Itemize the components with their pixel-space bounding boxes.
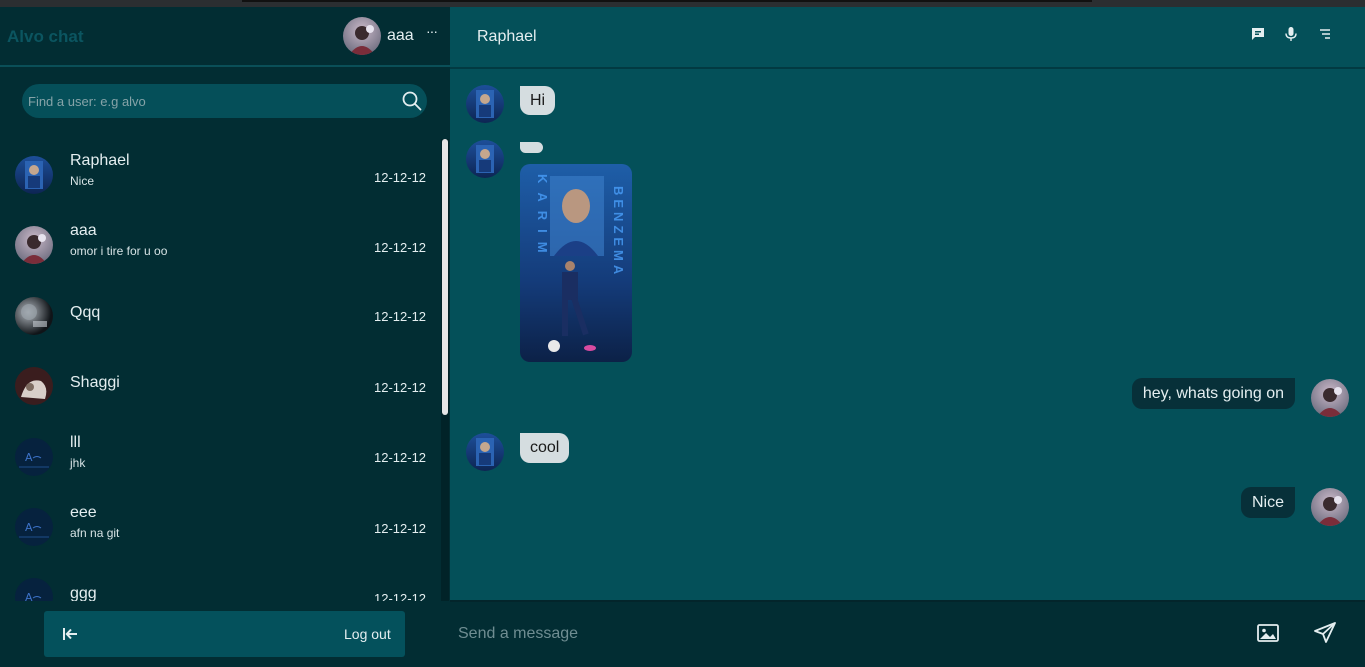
message-date: 12-12-12	[374, 380, 427, 395]
outgoing-message: Nice	[1240, 487, 1295, 518]
logout-arrow-icon	[63, 628, 77, 640]
contact-name: Qqq	[70, 304, 101, 321]
empty-incoming-message	[520, 142, 543, 153]
conversation-item[interactable]: Raphael Nice 12-12-12	[0, 139, 437, 209]
message-date: 12-12-12	[374, 170, 427, 185]
contact-avatar	[15, 297, 53, 335]
current-user-avatar[interactable]	[343, 17, 381, 55]
search-input[interactable]	[28, 84, 398, 118]
conversation-list: Raphael Nice 12-12-12 aaa omor i tire fo…	[0, 139, 450, 601]
incoming-message: cool	[520, 433, 570, 463]
contact-name: aaa	[70, 222, 97, 239]
message-composer	[450, 600, 1365, 667]
sidebar: Alvo chat aaa ··· Raphael Nice 12-12-1	[0, 7, 450, 667]
message-date: 12-12-12	[374, 591, 427, 601]
message-input[interactable]	[458, 617, 1218, 651]
contact-name: Raphael	[70, 152, 130, 169]
menu-lines-icon[interactable]	[1317, 26, 1333, 42]
image-icon[interactable]	[1256, 621, 1280, 645]
poster-left-text: KARIM	[535, 174, 550, 262]
user-message-avatar	[1311, 379, 1349, 417]
svg-text:A: A	[25, 591, 33, 601]
sidebar-header: Alvo chat aaa ···	[0, 7, 450, 67]
current-user-name: aaa	[387, 27, 414, 44]
message-icon[interactable]	[1250, 26, 1266, 42]
contact-avatar	[15, 367, 53, 405]
contact-name: ggg	[70, 585, 97, 601]
contact-avatar	[15, 156, 53, 194]
send-icon[interactable]	[1313, 621, 1337, 645]
shared-image-message[interactable]: KARIM BENZEMA	[520, 164, 632, 362]
logout-label: Log out	[344, 626, 391, 642]
svg-text:A: A	[25, 521, 33, 534]
window-top-bar	[242, 0, 1092, 2]
contact-avatar: A	[15, 578, 53, 601]
contact-avatar: A	[15, 438, 53, 476]
conversation-item[interactable]: Shaggi 12-12-12	[0, 350, 437, 420]
chat-contact-name: Raphael	[477, 28, 537, 45]
contact-name: Shaggi	[70, 374, 120, 391]
outgoing-message: hey, whats going on	[1131, 378, 1295, 409]
conversation-scrollbar-thumb[interactable]	[442, 139, 448, 415]
window-top-strip	[0, 0, 1365, 7]
last-message-preview: afn na git	[70, 526, 120, 540]
contact-avatar: A	[15, 508, 53, 546]
contact-avatar	[15, 226, 53, 264]
search-icon[interactable]	[401, 90, 423, 112]
conversation-item[interactable]: A lll jhk 12-12-12	[0, 421, 437, 491]
last-message-preview: omor i tire for u oo	[70, 244, 168, 258]
conversation-item[interactable]: aaa omor i tire for u oo 12-12-12	[0, 209, 437, 279]
last-message-preview: jhk	[70, 456, 86, 470]
message-date: 12-12-12	[374, 240, 427, 255]
message-date: 12-12-12	[374, 309, 427, 324]
user-message-avatar	[1311, 488, 1349, 526]
contact-message-avatar	[466, 433, 504, 471]
incoming-message: Hi	[520, 86, 556, 115]
contact-message-avatar	[466, 85, 504, 123]
conversation-item[interactable]: A ggg 12-12-12	[0, 561, 437, 601]
conversation-item[interactable]: A eee afn na git 12-12-12	[0, 491, 437, 561]
contact-name: lll	[70, 434, 81, 451]
more-options-button[interactable]: ···	[426, 23, 438, 39]
poster-right-text: BENZEMA	[611, 186, 626, 278]
microphone-icon[interactable]	[1283, 26, 1299, 42]
conversation-item[interactable]: Qqq 12-12-12	[0, 280, 437, 350]
app-brand: Alvo chat	[7, 27, 84, 46]
message-date: 12-12-12	[374, 521, 427, 536]
contact-name: eee	[70, 504, 97, 521]
contact-message-avatar	[466, 140, 504, 178]
chat-panel: Raphael Hi KARIM BENZEMA hey, whats goin…	[450, 7, 1365, 667]
logout-button[interactable]: Log out	[44, 611, 405, 657]
message-date: 12-12-12	[374, 450, 427, 465]
last-message-preview: Nice	[70, 174, 95, 188]
user-search	[22, 84, 427, 118]
svg-text:A: A	[25, 451, 33, 464]
chat-header: Raphael	[450, 7, 1365, 69]
